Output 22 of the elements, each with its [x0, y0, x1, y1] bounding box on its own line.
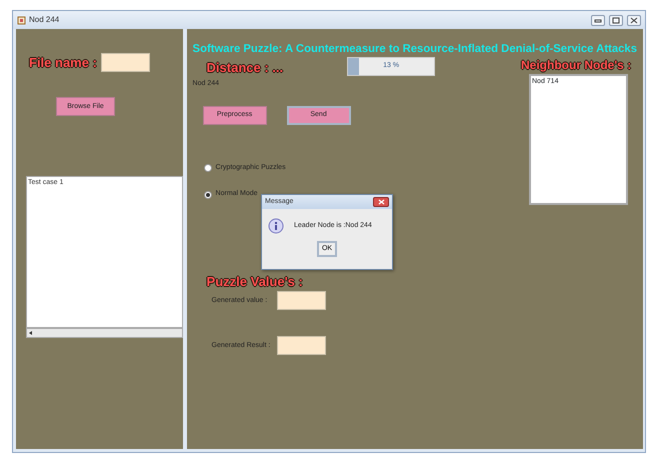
info-icon [268, 218, 284, 234]
horizontal-scrollbar[interactable] [26, 328, 183, 338]
scroll-left-icon[interactable] [27, 329, 35, 338]
close-button[interactable] [373, 197, 389, 207]
neighbour-nodes-label: Neighbour Node's : [521, 56, 632, 74]
app-heading: Software Puzzle: A Countermeasure to Resource-Inflated Denial-of-Service Attacks [192, 42, 637, 57]
radio-button[interactable] [204, 190, 212, 199]
maximize-icon [612, 16, 620, 24]
close-button[interactable] [627, 14, 641, 26]
file-name-field[interactable] [100, 53, 150, 72]
input-field[interactable] [276, 336, 326, 356]
maximize-button[interactable] [609, 14, 623, 26]
minimize-button[interactable] [591, 14, 605, 26]
puzzle-value-label: Puzzle Value's : [206, 272, 304, 291]
window-title: Nod 244 [29, 14, 60, 26]
input-field[interactable] [276, 291, 326, 310]
file-name-label: File name : [29, 54, 97, 72]
distance-label: Distance : ... [206, 58, 284, 77]
close-icon [630, 16, 638, 24]
radio-button[interactable] [204, 164, 212, 172]
minimize-icon [594, 17, 602, 23]
close-icon [378, 199, 384, 205]
